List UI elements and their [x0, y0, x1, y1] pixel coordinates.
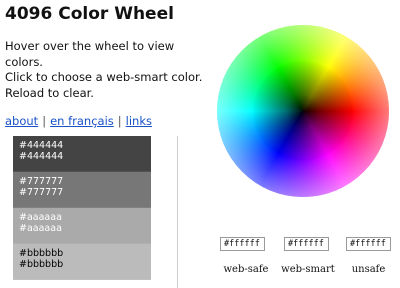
chosen-colors-list: #444444 #444444 #777777 #777777 #aaaaaa … [13, 136, 151, 288]
separator: | [117, 114, 122, 128]
swatch-label: #777777 [19, 176, 64, 187]
separator: | [42, 114, 47, 128]
web-safe-value-field[interactable]: #ffffff [220, 237, 265, 251]
unsafe-label: unsafe [351, 264, 386, 275]
swatch-label: #444444 [19, 140, 64, 151]
color-swatch-4[interactable]: #bbbbbb #bbbbbb [13, 244, 151, 280]
web-smart-label: web-smart [281, 264, 335, 275]
instructions: Hover over the wheel to view colors. Cli… [5, 39, 205, 101]
color-wheel-dark-center [217, 25, 389, 197]
swatch-label: #bbbbbb [19, 248, 64, 259]
color-swatch-2[interactable]: #777777 #777777 [13, 172, 151, 208]
swatch-label: #aaaaaa [19, 223, 62, 234]
nav-links: about | en français | links [5, 114, 152, 128]
color-swatch-1[interactable]: #444444 #444444 [13, 136, 151, 172]
page-title: 4096 Color Wheel [5, 4, 174, 24]
french-link[interactable]: en français [50, 114, 114, 128]
divider [177, 136, 178, 288]
color-swatch-3[interactable]: #aaaaaa #aaaaaa [13, 208, 151, 244]
web-safe-label: web-safe [223, 264, 269, 275]
web-smart-value-field[interactable]: #ffffff [284, 237, 329, 251]
swatch-label: #bbbbbb [19, 259, 64, 270]
links-link[interactable]: links [126, 114, 152, 128]
unsafe-value-field[interactable]: #ffffff [346, 237, 391, 251]
color-wheel[interactable] [217, 25, 389, 197]
swatch-label: #aaaaaa [19, 212, 62, 223]
instruction-reload: Reload to clear. [5, 85, 94, 100]
swatch-label: #777777 [19, 187, 64, 198]
about-link[interactable]: about [5, 114, 38, 128]
instruction-hover: Hover over the wheel to view colors. [5, 39, 175, 69]
instruction-click: Click to choose a web-smart color. [5, 70, 203, 84]
swatch-label: #444444 [19, 151, 64, 162]
